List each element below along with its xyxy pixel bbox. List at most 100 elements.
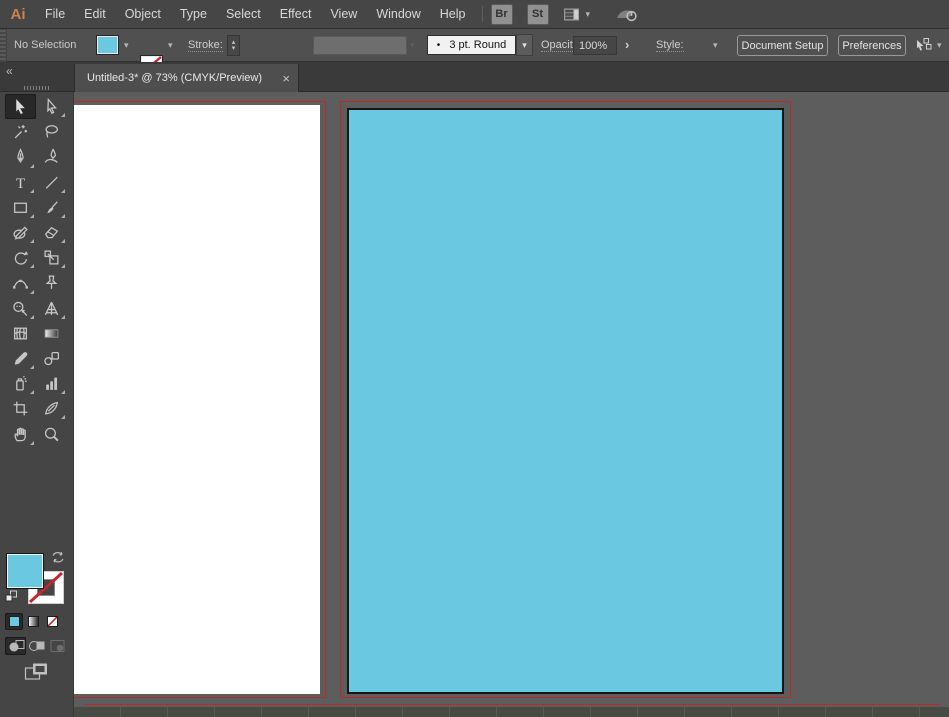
draw-behind-mode-button[interactable] bbox=[26, 637, 47, 655]
svg-text:T: T bbox=[16, 175, 25, 190]
artboard-tool[interactable] bbox=[5, 396, 36, 421]
canvas-area[interactable] bbox=[74, 92, 949, 717]
fill-chevron-icon[interactable]: ▾ bbox=[124, 41, 129, 50]
bottom-bleed-guide bbox=[84, 704, 940, 705]
blend-tool[interactable] bbox=[36, 346, 67, 371]
mesh-tool[interactable] bbox=[5, 321, 36, 346]
menu-select[interactable]: Select bbox=[217, 0, 270, 29]
stroke-panel-link[interactable]: Stroke: bbox=[188, 39, 223, 52]
tools-panel-grip[interactable] bbox=[24, 86, 51, 90]
menu-file[interactable]: File bbox=[36, 0, 74, 29]
br-button[interactable]: Br bbox=[490, 3, 513, 25]
fill-color-swatch[interactable] bbox=[96, 35, 119, 55]
stepper-down-icon: ▾ bbox=[231, 44, 236, 52]
stroke-width-stepper[interactable]: ▴ ▾ bbox=[227, 35, 240, 56]
appbar-buttons: Br St bbox=[490, 3, 563, 25]
tool-grid: T bbox=[5, 94, 67, 447]
brush-definition-dropdown[interactable]: • 3 pt. Round bbox=[427, 35, 516, 55]
gradient-tool[interactable] bbox=[36, 321, 67, 346]
brush-definition-value: 3 pt. Round bbox=[449, 39, 507, 51]
none-button[interactable] bbox=[43, 613, 61, 630]
menu-view[interactable]: View bbox=[321, 0, 366, 29]
workspace-layout-icon bbox=[563, 7, 580, 22]
document-tab-bar: « Untitled-3* @ 73% (CMYK/Preview) × bbox=[0, 62, 949, 92]
document-tab-title: Untitled-3* @ 73% (CMYK/Preview) bbox=[87, 72, 262, 84]
workspace-switcher[interactable]: ▾ bbox=[563, 7, 591, 22]
selection-tool[interactable] bbox=[5, 94, 36, 120]
gradient-button[interactable] bbox=[24, 613, 42, 630]
tools-panel: T bbox=[0, 86, 74, 717]
hand-tool[interactable] bbox=[5, 421, 36, 446]
default-fill-stroke-icon[interactable] bbox=[5, 590, 18, 603]
artboard-2-cyan-rectangle bbox=[347, 108, 784, 694]
control-bar-grip[interactable] bbox=[0, 29, 7, 62]
lasso-tool[interactable] bbox=[36, 119, 67, 144]
zoom-tool[interactable] bbox=[36, 421, 67, 446]
document-tab[interactable]: Untitled-3* @ 73% (CMYK/Preview) × bbox=[74, 64, 299, 92]
opacity-input[interactable]: 100% bbox=[573, 36, 617, 55]
rotate-tool[interactable] bbox=[5, 245, 36, 270]
document-setup-button[interactable]: Document Setup bbox=[737, 35, 828, 56]
type-tool[interactable]: T bbox=[5, 170, 36, 195]
width-profile-chevron-icon: ▾ bbox=[410, 40, 415, 50]
menu-items: File Edit Object Type Select Effect View Window… bbox=[36, 0, 476, 29]
artboard-1 bbox=[74, 105, 320, 694]
scale-tool[interactable] bbox=[36, 245, 67, 270]
brush-dot-icon: • bbox=[436, 39, 441, 51]
opacity-expand-icon[interactable]: › bbox=[625, 37, 629, 52]
menu-object[interactable]: Object bbox=[116, 0, 170, 29]
symbol-sprayer-tool[interactable] bbox=[5, 371, 36, 396]
slice-tool[interactable] bbox=[36, 396, 67, 421]
draw-normal-mode-button[interactable] bbox=[5, 637, 26, 655]
menu-type[interactable]: Type bbox=[171, 0, 216, 29]
direct-selection-tool[interactable] bbox=[36, 94, 67, 119]
collapse-panels-icon[interactable]: « bbox=[6, 64, 13, 78]
fill-proxy-swatch[interactable] bbox=[6, 553, 44, 589]
line-segment-tool[interactable] bbox=[36, 170, 67, 195]
variable-width-profile-dropdown bbox=[313, 36, 407, 55]
cs-live-button[interactable] bbox=[614, 5, 640, 23]
brush-dropdown-button[interactable]: ▾ bbox=[516, 34, 533, 56]
st-button[interactable]: St bbox=[526, 3, 549, 25]
none-chip bbox=[46, 616, 58, 627]
menu-effect[interactable]: Effect bbox=[271, 0, 321, 29]
selection-options-icon[interactable] bbox=[913, 36, 933, 54]
eyedropper-tool[interactable] bbox=[5, 346, 36, 371]
opacity-value: 100% bbox=[579, 39, 608, 52]
pencil-tool[interactable] bbox=[5, 220, 36, 245]
control-bar: No Selection ▾ ▾ Stroke: ▴ ▾ ▾ ▾ • 3 pt.… bbox=[0, 29, 949, 116]
pen-tool[interactable] bbox=[5, 144, 36, 169]
eraser-tool[interactable] bbox=[36, 220, 67, 245]
puppet-warp-tool[interactable] bbox=[36, 270, 67, 295]
shape-builder-tool[interactable] bbox=[5, 296, 36, 321]
magic-wand-tool[interactable] bbox=[5, 119, 36, 144]
close-tab-icon[interactable]: × bbox=[282, 72, 290, 85]
illustrator-logo: Ai bbox=[10, 5, 26, 23]
chevron-down-icon: ▾ bbox=[585, 8, 591, 19]
gradient-chip bbox=[27, 616, 39, 627]
menu-edit[interactable]: Edit bbox=[75, 0, 115, 29]
width-tool[interactable] bbox=[5, 270, 36, 295]
menu-window[interactable]: Window bbox=[367, 0, 429, 29]
bottom-partial-bar bbox=[74, 707, 949, 717]
curvature-tool[interactable] bbox=[36, 144, 67, 169]
style-chevron-icon[interactable]: ▾ bbox=[713, 41, 718, 50]
menu-help[interactable]: Help bbox=[431, 0, 475, 29]
chevron-down-icon: ▾ bbox=[522, 39, 527, 50]
color-chip bbox=[8, 616, 20, 627]
menu-bar: Ai File Edit Object Type Select Effect View Win… bbox=[0, 0, 949, 29]
preferences-button[interactable]: Preferences bbox=[838, 35, 906, 56]
chevron-down-icon[interactable]: ▾ bbox=[937, 41, 942, 50]
stroke-chevron-icon[interactable]: ▾ bbox=[168, 41, 173, 50]
draw-inside-mode-button bbox=[47, 637, 68, 655]
swap-fill-stroke-icon[interactable] bbox=[50, 550, 66, 565]
menubar-divider bbox=[481, 6, 483, 22]
perspective-grid-tool[interactable] bbox=[36, 296, 67, 321]
selection-status: No Selection bbox=[14, 39, 77, 51]
color-button[interactable] bbox=[5, 613, 23, 630]
change-screen-mode-icon[interactable] bbox=[24, 662, 50, 682]
paintbrush-tool[interactable] bbox=[36, 195, 67, 220]
column-graph-tool[interactable] bbox=[36, 371, 67, 396]
style-panel-link[interactable]: Style: bbox=[656, 39, 684, 52]
rectangle-tool[interactable] bbox=[5, 195, 36, 220]
